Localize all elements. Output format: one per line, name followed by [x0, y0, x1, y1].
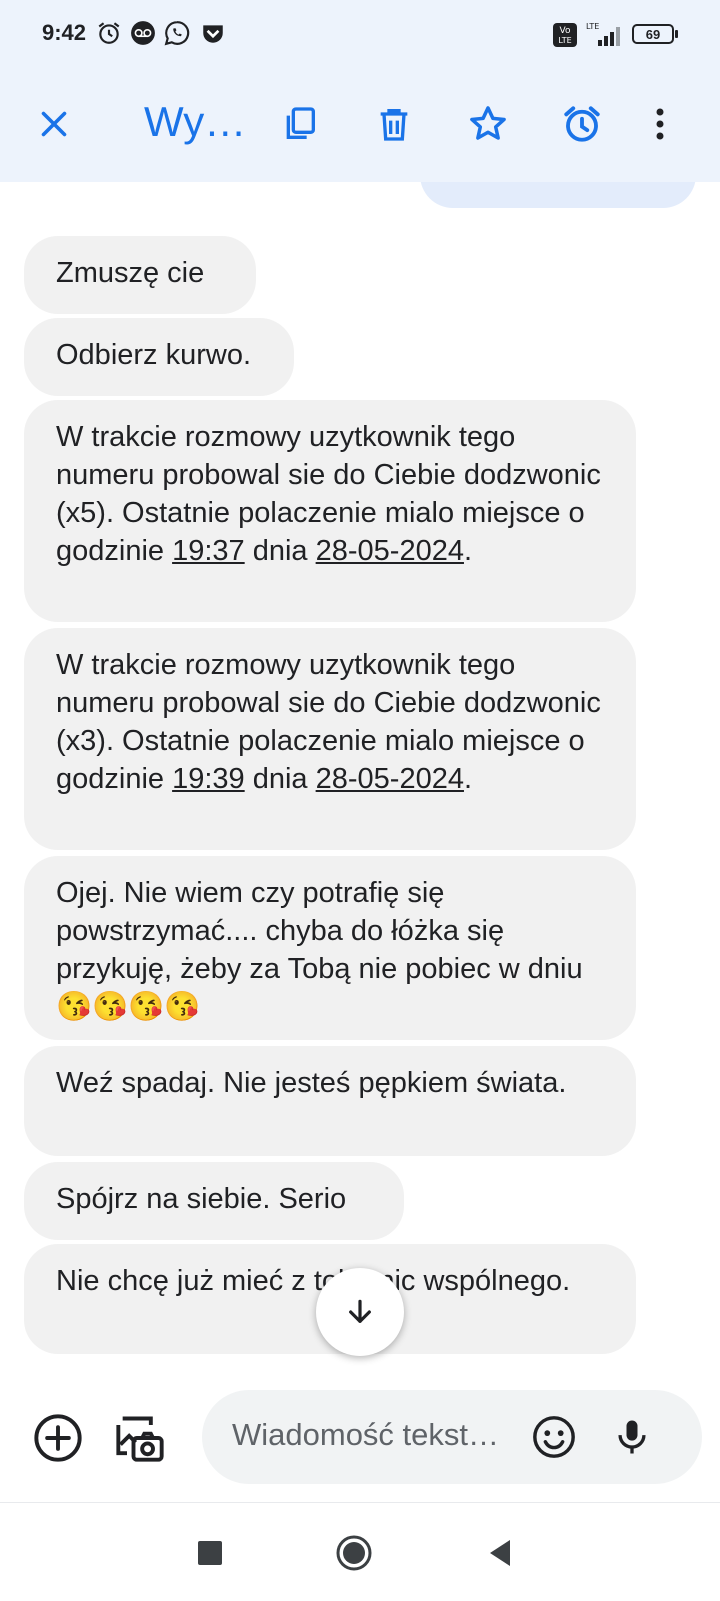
lte-signal-icon: LTE: [586, 22, 620, 46]
status-right: Vo LTE LTE 69: [552, 20, 692, 50]
copy-button[interactable]: [272, 96, 328, 152]
delete-icon: [380, 109, 408, 141]
emoji-icon: [533, 1416, 575, 1458]
date-link[interactable]: 28-05-2024: [316, 763, 464, 795]
snooze-icon: [564, 106, 600, 142]
close-icon: [41, 111, 67, 137]
message-text: .: [463, 535, 473, 567]
message-input[interactable]: [230, 1416, 504, 1454]
delete-button[interactable]: [366, 96, 422, 152]
battery-tip: [675, 30, 678, 38]
home-circle-icon: [336, 1535, 372, 1571]
close-selection-button[interactable]: [26, 96, 82, 152]
voice-input-button[interactable]: [602, 1407, 662, 1467]
composer-bar: [0, 1372, 720, 1502]
home-button[interactable]: [334, 1533, 374, 1573]
message-text: Nie chcę już mieć z tobą nic wspólnego.: [56, 1265, 571, 1297]
gallery-icon: [116, 1416, 164, 1462]
scroll-to-bottom-button[interactable]: [316, 1268, 404, 1356]
incoming-message-bubble[interactable]: Spójrz na siebie. Serio: [24, 1162, 404, 1240]
recents-button[interactable]: [190, 1533, 230, 1573]
message-thread[interactable]: Zmuszę cie Odbierz kurwo. W trakcie rozm…: [0, 182, 720, 1372]
incoming-message-bubble[interactable]: Weź spadaj. Nie jesteś pępkiem świata.: [24, 1046, 636, 1156]
message-text: dnia: [244, 763, 316, 795]
incoming-message-bubble[interactable]: Ojej. Nie wiem czy potrafię się powstrzy…: [24, 856, 636, 1040]
volte-icon: VoLTE: [553, 23, 577, 47]
incoming-message-bubble[interactable]: W trakcie rozmowy uzytkownik tego numeru…: [24, 628, 636, 850]
emoji-button[interactable]: [524, 1407, 584, 1467]
star-icon: [470, 106, 506, 140]
time-link[interactable]: 19:39: [172, 763, 245, 795]
voicemail-icon: [131, 21, 155, 45]
incoming-message-bubble[interactable]: Zmuszę cie: [24, 236, 256, 314]
whatsapp-icon: [164, 21, 190, 46]
message-text: .: [463, 763, 473, 795]
back-triangle-icon: [490, 1540, 510, 1566]
more-options-button[interactable]: [640, 96, 680, 152]
message-text: Odbierz kurwo.: [56, 339, 252, 371]
status-time: 9:42: [42, 20, 87, 45]
message-text: Ojej. Nie wiem czy potrafię się powstrzy…: [56, 877, 583, 1023]
more-icon: [656, 108, 664, 140]
message-compose-field[interactable]: [202, 1390, 702, 1484]
svg-text:LTE: LTE: [558, 36, 571, 45]
mic-icon: [618, 1420, 646, 1454]
system-nav-bar: [0, 1502, 720, 1601]
battery-level: 69: [645, 26, 661, 42]
arrow-down-icon: [349, 1299, 371, 1323]
svg-text:LTE: LTE: [586, 22, 599, 31]
status-bar: 9:42 Vo LTE LTE 69: [0, 0, 720, 70]
time-link[interactable]: 19:37: [172, 535, 245, 567]
battery-icon: 69: [632, 24, 674, 44]
gallery-button[interactable]: [110, 1408, 170, 1468]
incoming-message-bubble[interactable]: W trakcie rozmowy uzytkownik tego numeru…: [24, 400, 636, 622]
snooze-button[interactable]: [554, 96, 610, 152]
date-link[interactable]: 28-05-2024: [316, 535, 464, 567]
add-icon: [34, 1414, 82, 1462]
star-button[interactable]: [460, 96, 516, 152]
back-button[interactable]: [480, 1533, 520, 1573]
message-text: Zmuszę cie: [56, 257, 205, 289]
app-bar: Wy…: [0, 70, 720, 182]
add-attachment-button[interactable]: [28, 1408, 88, 1468]
alarm-icon: [98, 22, 120, 44]
square-icon: [198, 1541, 222, 1565]
message-text: Weź spadaj. Nie jesteś pępkiem świata.: [56, 1067, 567, 1099]
svg-text:Vo: Vo: [560, 26, 571, 36]
pocket-icon: [203, 25, 223, 43]
incoming-message-bubble[interactable]: Odbierz kurwo.: [24, 318, 294, 396]
outgoing-message-bubble[interactable]: [420, 182, 696, 208]
message-text: dnia: [244, 535, 316, 567]
conversation-title: Wy…: [144, 98, 247, 145]
message-text: Spójrz na siebie. Serio: [56, 1183, 347, 1215]
copy-icon: [286, 107, 315, 139]
